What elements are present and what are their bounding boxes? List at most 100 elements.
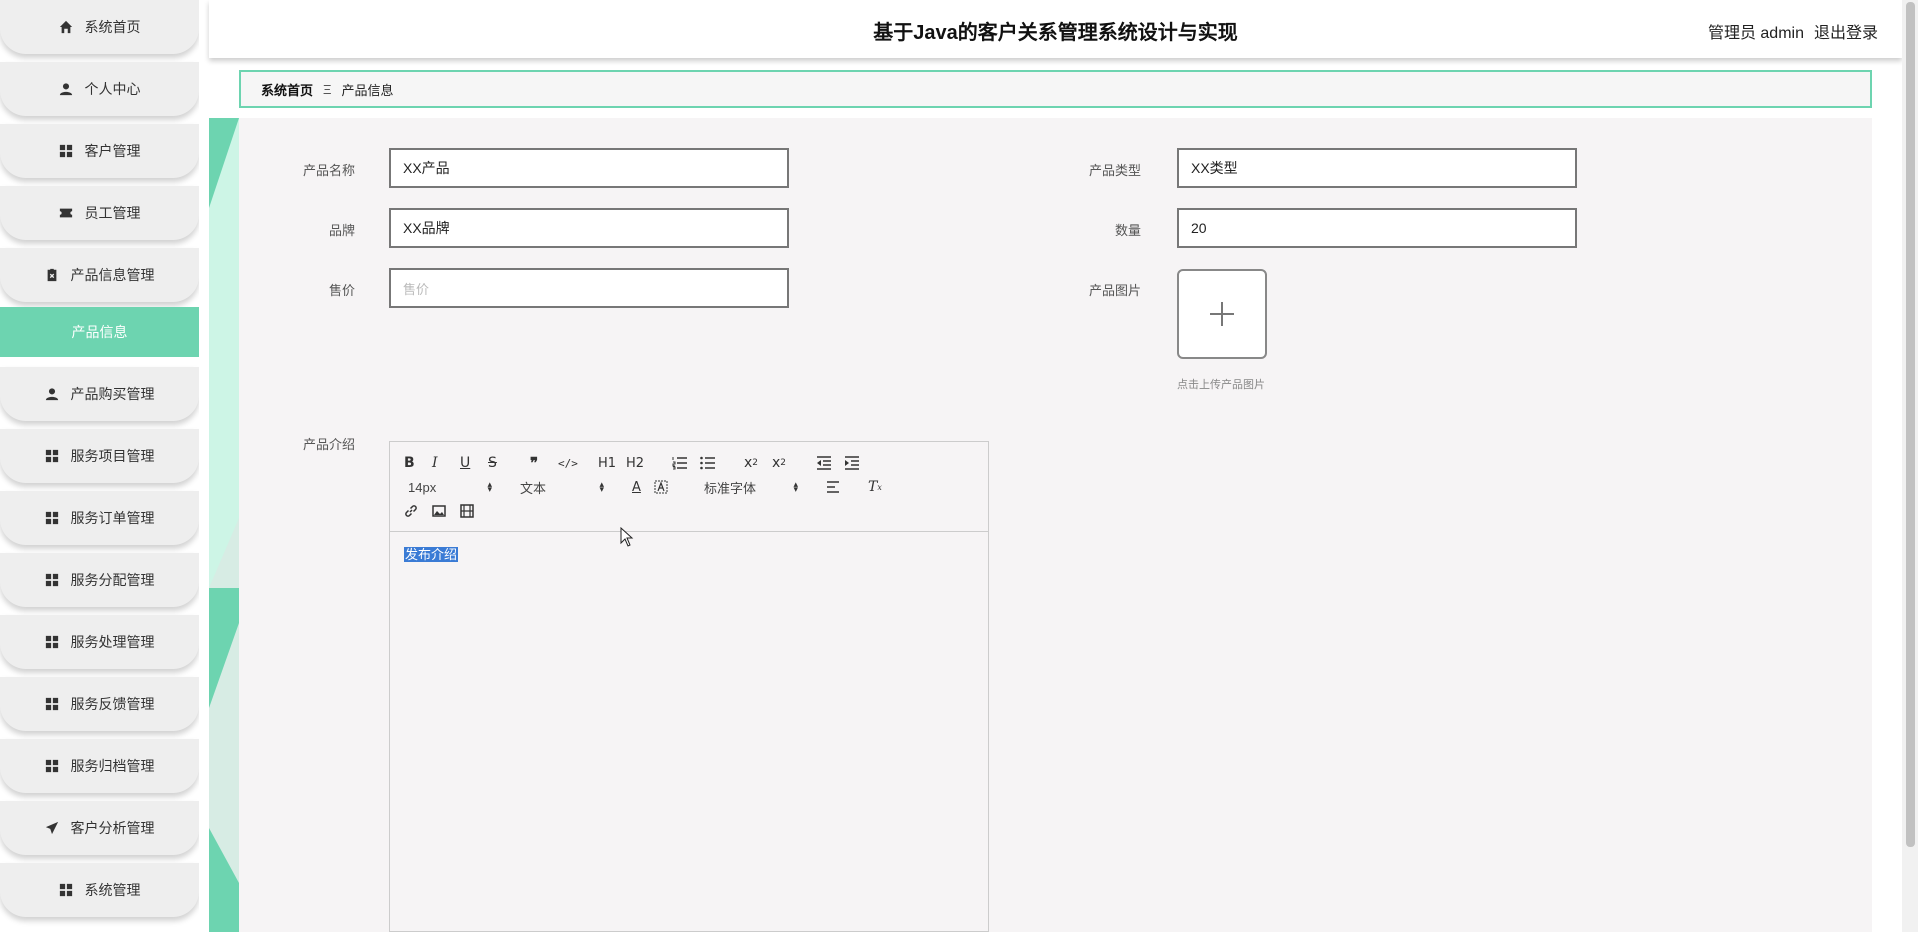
sidebar-item-label: 服务分配管理 — [70, 572, 155, 588]
sidebar-item-service-project-management[interactable]: 服务项目管理 — [0, 429, 199, 483]
sidebar-item-label: 服务项目管理 — [70, 448, 155, 464]
scrollbar-thumb[interactable] — [1906, 2, 1915, 847]
product-intro-label: 产品介绍 — [302, 437, 355, 452]
product-name-label: 产品名称 — [302, 163, 355, 178]
image-icon[interactable] — [432, 502, 446, 520]
sidebar-item-customer-analysis-management[interactable]: 客户分析管理 — [0, 801, 199, 855]
price-input[interactable]: 售价 — [389, 268, 789, 308]
align-left-icon[interactable] — [826, 478, 840, 496]
sidebar-item-employee-management[interactable]: 员工管理 — [0, 186, 199, 240]
sidebar-item-system-management[interactable]: 系统管理 — [0, 863, 199, 917]
heading-2-icon[interactable]: H2 — [626, 454, 644, 472]
product-type-input[interactable]: XX类型 — [1177, 148, 1577, 188]
grid-icon — [45, 759, 59, 773]
italic-icon[interactable]: I — [432, 454, 438, 472]
sidebar-item-personal-center[interactable]: 个人中心 — [0, 62, 199, 116]
sidebar-item-service-allocation-management[interactable]: 服务分配管理 — [0, 553, 199, 607]
ordered-list-icon[interactable] — [672, 454, 688, 472]
sidebar-subitem-product-info[interactable]: 产品信息 — [0, 307, 199, 357]
editor-toolbar: B I U S ❞ </> H1 H2 x2 x2 14px ▴ ▾ 文本 ▴ … — [390, 442, 988, 532]
editor-content-area[interactable]: 发布介绍 — [390, 532, 988, 575]
mouse-cursor-icon — [620, 526, 634, 550]
heading-1-icon[interactable]: H1 — [598, 454, 616, 472]
sidebar-item-service-feedback-management[interactable]: 服务反馈管理 — [0, 677, 199, 731]
code-block-icon[interactable]: </> — [558, 454, 578, 472]
grid-icon — [45, 511, 59, 525]
brand-input[interactable]: XX品牌 — [389, 208, 789, 248]
send-icon — [45, 821, 59, 835]
grid-icon — [45, 449, 59, 463]
sidebar-item-label: 服务处理管理 — [70, 634, 155, 650]
breadcrumb: 系统首页 Ξ 产品信息 — [239, 70, 1872, 108]
font-size-select[interactable]: 14px ▴ ▾ — [408, 478, 492, 496]
select-arrows-icon: ▴ ▾ — [487, 479, 492, 494]
outdent-icon[interactable] — [816, 454, 832, 472]
background-color-icon[interactable] — [654, 478, 668, 496]
product-name-input[interactable]: XX产品 — [389, 148, 789, 188]
text-style-select[interactable]: 文本 ▴ ▾ — [520, 478, 604, 496]
brand-label: 品牌 — [328, 223, 355, 238]
sidebar-item-service-processing-management[interactable]: 服务处理管理 — [0, 615, 199, 669]
sidebar-item-label: 服务归档管理 — [70, 758, 155, 774]
sidebar-item-label: 系统管理 — [84, 882, 141, 898]
clipboard-icon — [45, 268, 59, 282]
breadcrumb-separator-icon: Ξ — [323, 81, 332, 97]
logout-button[interactable]: 退出登录 — [1814, 19, 1878, 43]
bold-icon[interactable]: B — [404, 454, 415, 472]
font-color-icon[interactable]: A — [632, 478, 641, 496]
sidebar-item-service-order-management[interactable]: 服务订单管理 — [0, 491, 199, 545]
blockquote-icon[interactable]: ❞ — [530, 454, 538, 472]
sidebar-item-label: 产品信息管理 — [70, 267, 155, 283]
sidebar-item-product-info-management[interactable]: 产品信息管理 — [0, 248, 199, 302]
decorative-band — [209, 118, 239, 932]
sidebar-item-customer-management[interactable]: 客户管理 — [0, 124, 199, 178]
price-label: 售价 — [328, 283, 355, 298]
grid-icon — [45, 573, 59, 587]
video-icon[interactable] — [460, 502, 474, 520]
clear-format-icon[interactable]: Tx — [868, 478, 882, 496]
current-user-label: 管理员 admin — [1707, 25, 1804, 42]
main-content: 产品名称 XX产品 产品类型 XX类型 品牌 XX品牌 数量 20 售价 售价 … — [239, 118, 1872, 932]
subscript-icon[interactable]: x2 — [744, 454, 758, 472]
sidebar-item-label: 员工管理 — [84, 205, 141, 221]
sidebar-subitem-label: 产品信息 — [71, 324, 128, 340]
quantity-input[interactable]: 20 — [1177, 208, 1577, 248]
page-scrollbar[interactable] — [1902, 0, 1918, 932]
app-title: 基于Java的客户关系管理系统设计与实现 — [873, 22, 1238, 44]
product-type-label: 产品类型 — [1088, 163, 1141, 178]
grid-icon — [59, 144, 73, 158]
sidebar-item-service-archive-management[interactable]: 服务归档管理 — [0, 739, 199, 793]
superscript-icon[interactable]: x2 — [772, 454, 786, 472]
sidebar-item-product-purchase-management[interactable]: 产品购买管理 — [0, 367, 199, 421]
sidebar-item-home[interactable]: 系统首页 — [0, 0, 199, 54]
sidebar-item-label: 系统首页 — [84, 19, 141, 35]
image-upload-button[interactable] — [1177, 269, 1267, 359]
editor-selected-text: 发布介绍 — [404, 547, 459, 562]
text-style-value: 文本 — [520, 480, 547, 496]
grid-icon — [59, 883, 73, 897]
sidebar-item-label: 服务反馈管理 — [70, 696, 155, 712]
link-icon[interactable] — [404, 502, 418, 520]
indent-icon[interactable] — [844, 454, 860, 472]
user-icon — [59, 82, 73, 96]
strikethrough-icon[interactable]: S — [488, 454, 497, 472]
breadcrumb-home-link[interactable]: 系统首页 — [261, 80, 313, 99]
plus-icon — [1210, 302, 1234, 326]
sidebar-item-label: 客户分析管理 — [70, 820, 155, 836]
sidebar-item-label: 个人中心 — [84, 81, 141, 97]
top-header: 基于Java的客户关系管理系统设计与实现 管理员 admin 退出登录 — [209, 0, 1902, 58]
sidebar-item-label: 服务订单管理 — [70, 510, 155, 526]
quantity-label: 数量 — [1114, 223, 1141, 238]
bullet-list-icon[interactable] — [700, 454, 716, 472]
upload-hint: 点击上传产品图片 — [1177, 379, 1265, 391]
product-image-label: 产品图片 — [1088, 283, 1141, 298]
font-family-select[interactable]: 标准字体 ▴ ▾ — [704, 478, 798, 496]
font-family-value: 标准字体 — [704, 480, 757, 496]
sidebar-item-label: 客户管理 — [84, 143, 141, 159]
font-size-value: 14px — [408, 479, 437, 495]
ticket-icon — [59, 206, 73, 220]
rich-text-editor: B I U S ❞ </> H1 H2 x2 x2 14px ▴ ▾ 文本 ▴ … — [389, 441, 989, 932]
underline-icon[interactable]: U — [460, 454, 470, 472]
grid-icon — [45, 697, 59, 711]
breadcrumb-current: 产品信息 — [341, 82, 394, 98]
